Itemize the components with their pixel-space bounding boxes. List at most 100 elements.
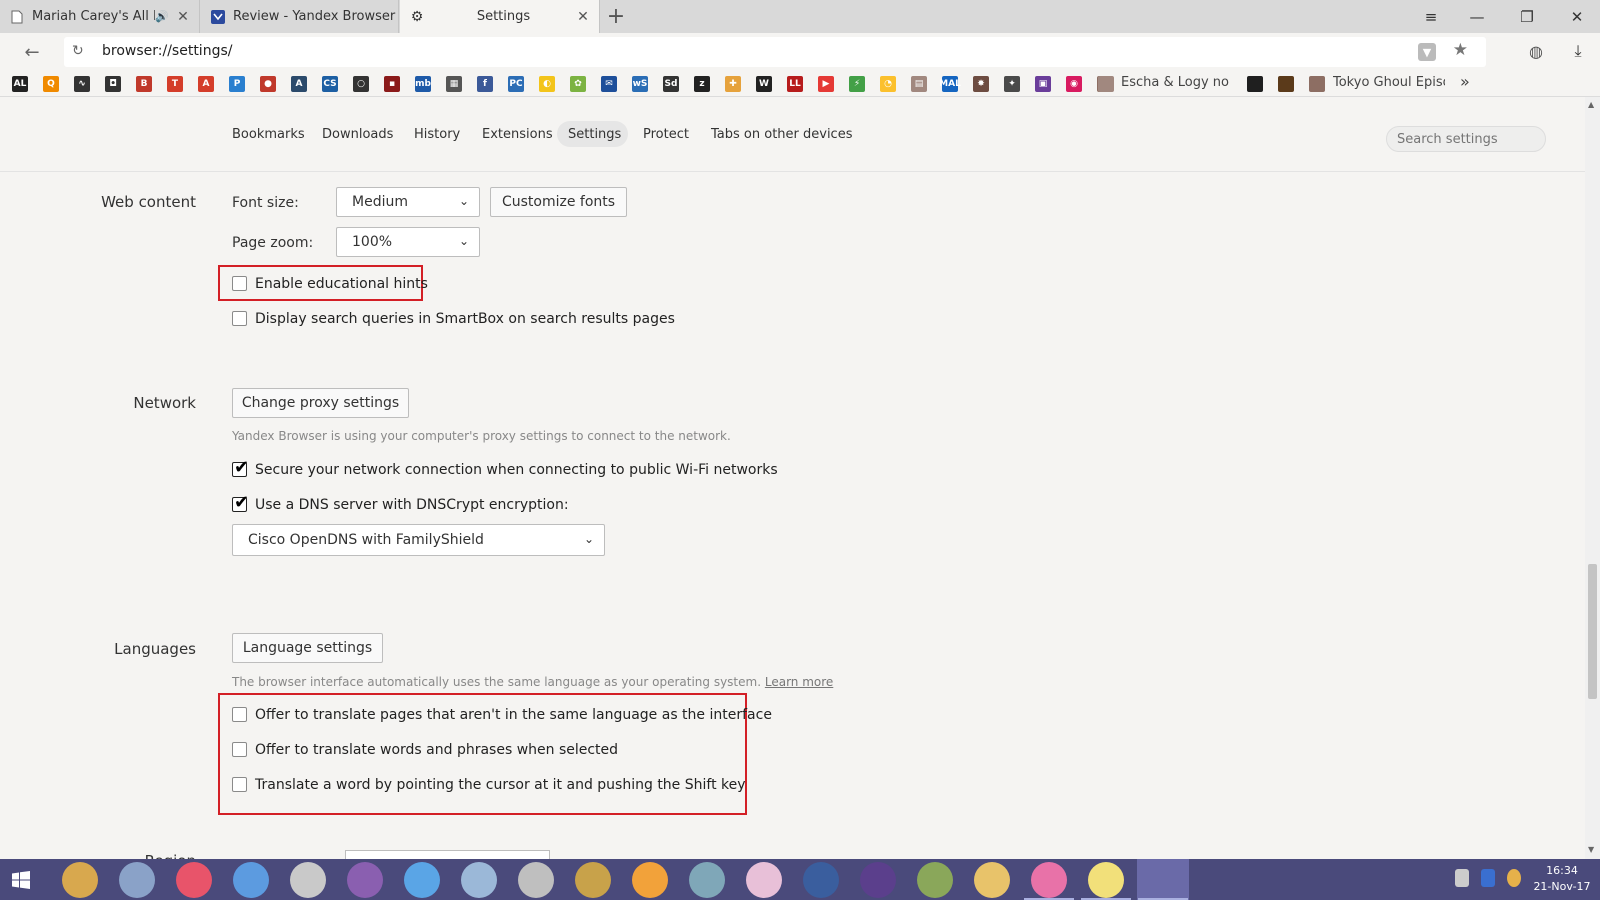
taskbar-app-icon[interactable]: [689, 862, 725, 898]
scroll-down-arrow-icon[interactable]: ▼: [1588, 845, 1594, 854]
dnscrypt-checkbox[interactable]: ✔: [232, 492, 249, 513]
taskbar-app-icon[interactable]: [233, 862, 269, 898]
language-settings-button[interactable]: Language settings: [232, 633, 383, 663]
bookmark-icon[interactable]: PC: [508, 76, 524, 92]
taskbar-app-icon[interactable]: [860, 862, 896, 898]
tab-mariah-carey[interactable]: Mariah Carey's All I W... 🔊 ✕: [0, 0, 200, 33]
bookmarks-overflow-icon[interactable]: »: [1460, 72, 1470, 91]
dnscrypt-label[interactable]: Use a DNS server with DNSCrypt encryptio…: [255, 497, 569, 513]
taskbar-app-icon[interactable]: [62, 862, 98, 898]
bookmark-icon[interactable]: ◉: [1066, 76, 1082, 92]
nav-tabs-other-devices[interactable]: Tabs on other devices: [711, 127, 852, 142]
bookmark-icon[interactable]: ✦: [1004, 76, 1020, 92]
nav-history[interactable]: History: [414, 127, 460, 142]
url-text[interactable]: browser://settings/: [102, 43, 232, 59]
bookmark-star-icon[interactable]: ★: [1453, 40, 1468, 60]
taskbar-app-icon[interactable]: [917, 862, 953, 898]
smartbox-queries-label[interactable]: Display search queries in SmartBox on se…: [255, 311, 675, 327]
secure-wifi-label[interactable]: Secure your network connection when conn…: [255, 462, 778, 478]
usb-icon[interactable]: [1455, 869, 1469, 887]
windows-start-icon[interactable]: [8, 867, 34, 893]
bookmark-icon[interactable]: B: [136, 76, 152, 92]
taskbar-app-icon[interactable]: [632, 862, 668, 898]
taskbar-clock[interactable]: 16:34 21-Nov-17: [1530, 863, 1594, 895]
page-scrollbar[interactable]: ▲ ▼: [1585, 97, 1600, 859]
bookmark-icon[interactable]: ▦: [446, 76, 462, 92]
taskbar-app-icon[interactable]: [803, 862, 839, 898]
dns-server-select[interactable]: Cisco OpenDNS with FamilyShield ⌄: [232, 524, 605, 556]
nav-downloads[interactable]: Downloads: [322, 127, 393, 142]
bookmark-icon[interactable]: W: [756, 76, 772, 92]
translate-shift-checkbox[interactable]: [232, 777, 247, 792]
close-tab-icon[interactable]: ✕: [575, 9, 591, 25]
audio-icon[interactable]: 🔊: [155, 10, 169, 23]
bookmark-icon[interactable]: A: [291, 76, 307, 92]
bookmark-icon[interactable]: A: [198, 76, 214, 92]
taskbar-app-icon[interactable]: [461, 862, 497, 898]
bookmark-icon[interactable]: ⚡: [849, 76, 865, 92]
taskbar-app-icon[interactable]: [347, 862, 383, 898]
translate-words-checkbox[interactable]: [232, 742, 247, 757]
customize-fonts-button[interactable]: Customize fonts: [490, 187, 627, 217]
font-size-select[interactable]: Medium ⌄: [336, 187, 480, 217]
taskbar-app-icon[interactable]: [1137, 859, 1189, 900]
smartbox-queries-checkbox[interactable]: [232, 311, 247, 326]
search-settings-box[interactable]: [1386, 126, 1546, 152]
restore-button[interactable]: ❐: [1504, 0, 1550, 33]
close-window-button[interactable]: ✕: [1554, 0, 1600, 33]
bookmark-icon[interactable]: ◔: [880, 76, 896, 92]
taskbar-app-icon[interactable]: [575, 862, 611, 898]
bookmark-icon[interactable]: ◘: [105, 76, 121, 92]
educational-hints-label[interactable]: Enable educational hints: [255, 276, 428, 292]
protect-shield-icon[interactable]: ▼: [1418, 43, 1436, 61]
page-zoom-select[interactable]: 100% ⌄: [336, 227, 480, 257]
search-settings-input[interactable]: [1387, 127, 1545, 151]
tab-settings-active[interactable]: ⚙ Settings ✕: [400, 0, 600, 33]
taskbar-app-icon[interactable]: [119, 862, 155, 898]
bookmark-icon[interactable]: ●: [260, 76, 276, 92]
bookmark-icon[interactable]: P: [229, 76, 245, 92]
taskbar-app-icon[interactable]: [404, 862, 440, 898]
tray-app-icon[interactable]: [1507, 869, 1521, 887]
bookmark-icon[interactable]: AL: [12, 76, 28, 92]
bookmark-icon[interactable]: z: [694, 76, 710, 92]
bookmark-icon[interactable]: ◐: [539, 76, 555, 92]
back-arrow-icon[interactable]: ←: [20, 41, 44, 63]
bookmark-icon[interactable]: ✿: [570, 76, 586, 92]
bookmark-icon[interactable]: CS: [322, 76, 338, 92]
bookmark-icon[interactable]: ▶: [818, 76, 834, 92]
taskbar-app-icon[interactable]: [176, 862, 212, 898]
nav-extensions[interactable]: Extensions: [482, 127, 553, 142]
bookmark-icon[interactable]: Sd: [663, 76, 679, 92]
close-tab-icon[interactable]: ✕: [175, 9, 191, 25]
translate-pages-checkbox[interactable]: [232, 707, 247, 722]
menu-button[interactable]: ≡: [1408, 0, 1454, 33]
taskbar-app-icon[interactable]: [974, 862, 1010, 898]
translate-pages-label[interactable]: Offer to translate pages that aren't in …: [255, 707, 772, 723]
download-icon[interactable]: ⤓: [1568, 41, 1588, 61]
learn-more-link[interactable]: Learn more: [765, 675, 833, 689]
bookmark-icon[interactable]: ✸: [973, 76, 989, 92]
network-icon[interactable]: [1481, 869, 1495, 887]
bookmark-icon[interactable]: T: [167, 76, 183, 92]
change-proxy-button[interactable]: Change proxy settings: [232, 388, 409, 418]
taskbar-app-icon[interactable]: [518, 862, 554, 898]
reload-icon[interactable]: ↻: [72, 43, 84, 59]
scrollbar-thumb[interactable]: [1588, 564, 1597, 699]
taskbar-app-icon[interactable]: [1088, 862, 1124, 898]
scroll-up-arrow-icon[interactable]: ▲: [1588, 100, 1594, 109]
taskbar-app-icon[interactable]: [1031, 862, 1067, 898]
bookmark-tokyo-ghoul[interactable]: Tokyo Ghoul Episo: [1333, 75, 1445, 90]
bookmark-icon[interactable]: ○: [353, 76, 369, 92]
minimize-button[interactable]: —: [1454, 0, 1500, 33]
bookmark-folder-icon[interactable]: [1278, 76, 1294, 92]
taskbar-app-icon[interactable]: [290, 862, 326, 898]
bookmark-escha-logy[interactable]: Escha & Logy no At: [1121, 75, 1233, 90]
translate-shift-label[interactable]: Translate a word by pointing the cursor …: [255, 777, 746, 793]
bookmark-icon[interactable]: ▪: [384, 76, 400, 92]
translate-words-label[interactable]: Offer to translate words and phrases whe…: [255, 742, 618, 758]
educational-hints-checkbox[interactable]: [232, 276, 247, 291]
bookmark-icon[interactable]: f: [477, 76, 493, 92]
alice-assistant-icon[interactable]: ◍: [1526, 41, 1546, 61]
bookmark-icon[interactable]: wS: [632, 76, 648, 92]
